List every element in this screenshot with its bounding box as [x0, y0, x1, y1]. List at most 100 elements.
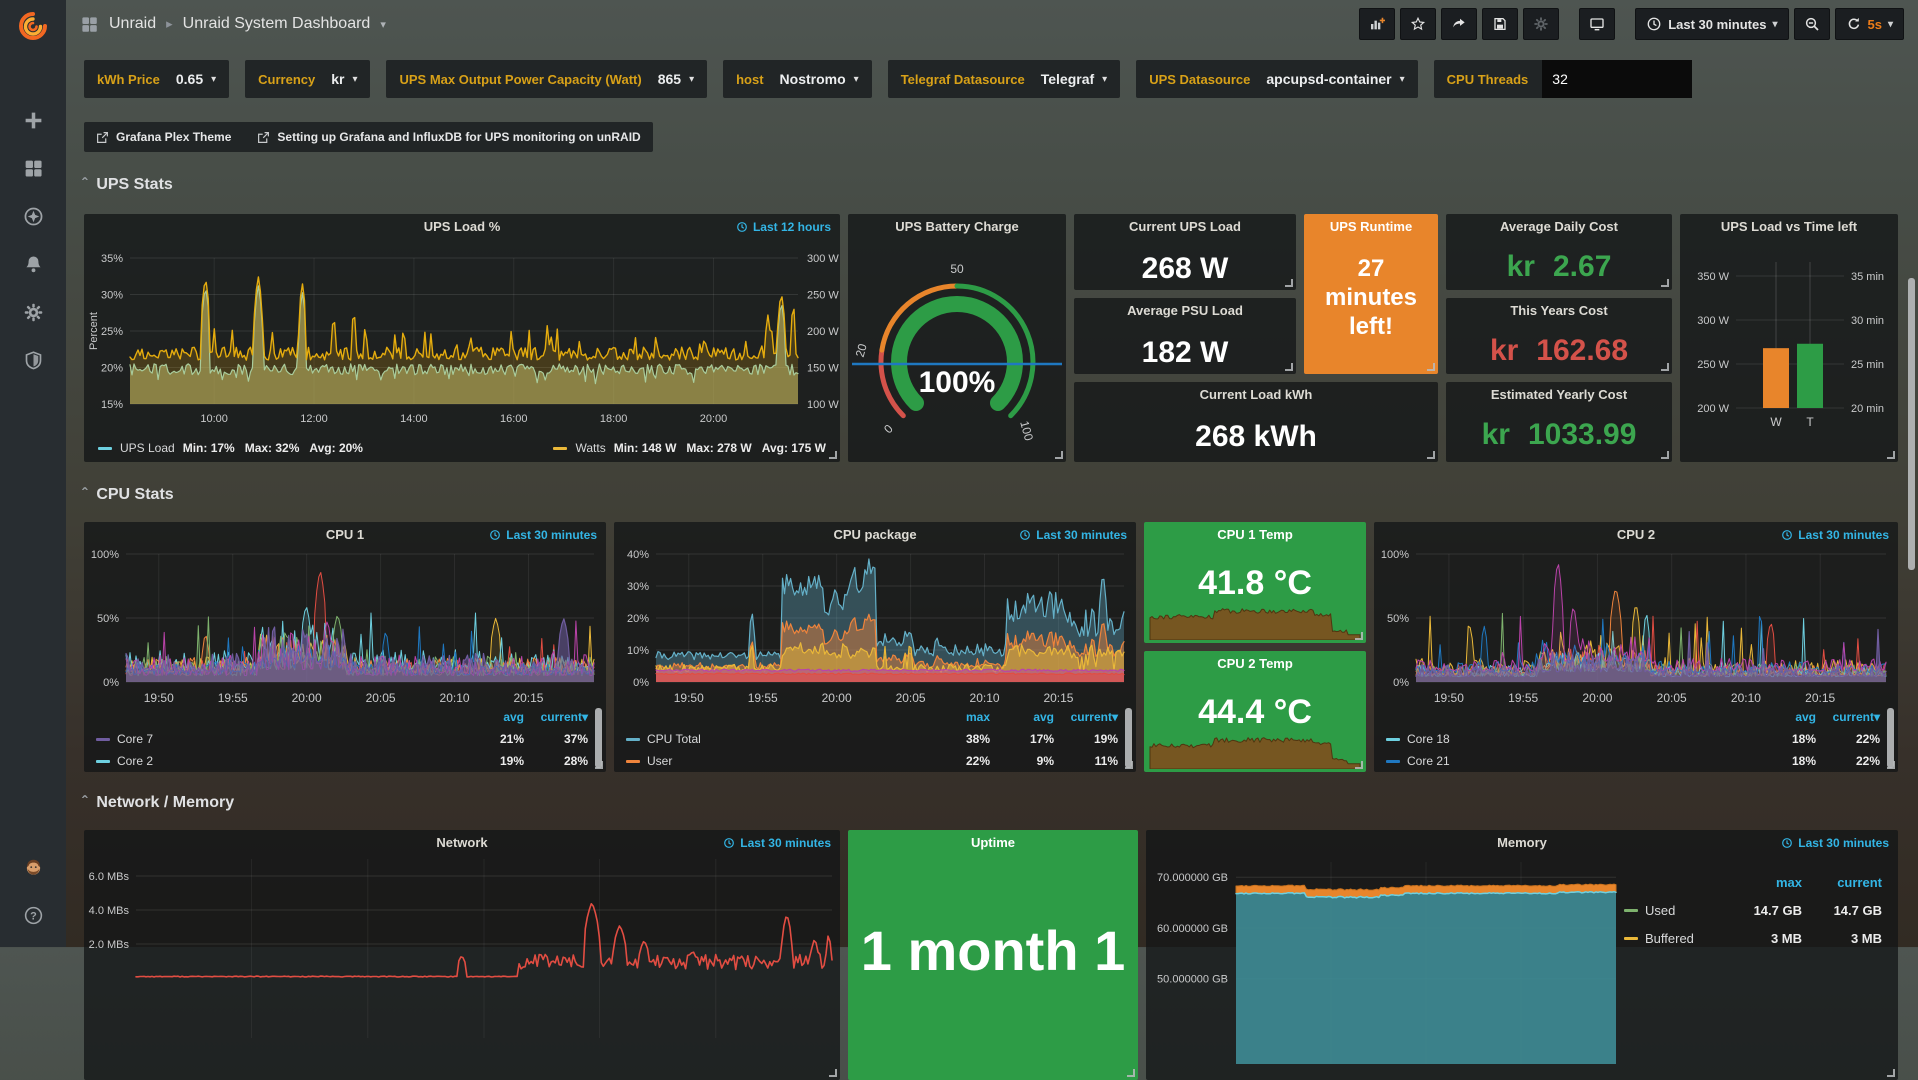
variable-kwh-price[interactable]: kWh Price 0.65▾: [84, 60, 229, 98]
sidebar-item-explore[interactable]: [0, 192, 66, 240]
section-cpu-stats[interactable]: ˆ CPU Stats: [82, 486, 174, 504]
ups-load-chart[interactable]: 35%300 W30%250 W25%200 W20%150 W15%100 W…: [84, 238, 840, 438]
variable-label: kWh Price: [97, 72, 160, 87]
legend-header-avg[interactable]: avg: [990, 710, 1054, 724]
sidebar-item-server-admin[interactable]: [0, 336, 66, 384]
panel-title[interactable]: UPS Load vs Time left: [1680, 214, 1898, 239]
star-dashboard-button[interactable]: [1400, 8, 1436, 40]
sidebar-item-alerting[interactable]: [0, 240, 66, 288]
svg-text:200 W: 200 W: [1697, 403, 1729, 415]
cpu-package-chart[interactable]: 40%30%20%10%0%19:5019:5520:0020:0520:102…: [614, 546, 1136, 716]
legend-series-name[interactable]: Core 2: [96, 754, 460, 768]
legend-header-max[interactable]: max: [1722, 875, 1802, 890]
panel-title[interactable]: This Years Cost: [1446, 298, 1672, 323]
page-title[interactable]: Unraid System Dashboard: [183, 15, 371, 33]
link-ups-monitoring-guide[interactable]: Setting up Grafana and InfluxDB for UPS …: [257, 130, 640, 144]
legend-series-name[interactable]: UPS Load: [120, 441, 175, 455]
variable-host[interactable]: host Nostromo▾: [723, 60, 872, 98]
svg-text:18:00: 18:00: [600, 413, 628, 425]
variable-value: 865: [658, 71, 681, 87]
legend-series-name[interactable]: Core 21: [1386, 754, 1752, 768]
panel-title[interactable]: Current UPS Load: [1074, 214, 1296, 239]
svg-text:Percent: Percent: [88, 312, 100, 350]
legend-scrollbar[interactable]: [1887, 708, 1894, 768]
variable-ups-max-output[interactable]: UPS Max Output Power Capacity (Watt) 865…: [386, 60, 707, 98]
variable-label: UPS Max Output Power Capacity (Watt): [399, 72, 641, 87]
legend-series-name[interactable]: Core 18: [1386, 732, 1752, 746]
zoom-out-button[interactable]: [1794, 8, 1830, 40]
link-grafana-plex-theme[interactable]: Grafana Plex Theme: [96, 130, 231, 144]
panel-title[interactable]: Average PSU Load: [1074, 298, 1296, 323]
share-dashboard-button[interactable]: [1441, 8, 1477, 40]
chevron-down-icon: ▾: [1772, 19, 1777, 30]
legend-header-avg[interactable]: avg: [460, 710, 524, 724]
legend-header-current[interactable]: current▾: [524, 710, 588, 724]
network-chart[interactable]: 6.0 MBs4.0 MBs2.0 MBs: [84, 854, 840, 1080]
panel-title[interactable]: CPU 1 Temp: [1144, 522, 1366, 547]
panel-average-psu-load: Average PSU Load 182 W: [1074, 298, 1296, 374]
save-dashboard-button[interactable]: [1482, 8, 1518, 40]
cpu-threads-input[interactable]: [1542, 60, 1692, 98]
sidebar-item-create[interactable]: [0, 96, 66, 144]
stat-value: kr1033.99: [1446, 418, 1672, 452]
sidebar-item-configuration[interactable]: [0, 288, 66, 336]
panel-title[interactable]: Current Load kWh: [1074, 382, 1438, 407]
legend-row: User22%9%11%: [626, 750, 1118, 772]
svg-text:100%: 100%: [919, 366, 996, 399]
variable-value: Nostromo: [780, 71, 846, 87]
legend-series-name[interactable]: Used: [1624, 903, 1722, 918]
chevron-down-icon[interactable]: ▾: [380, 18, 386, 31]
panel-title[interactable]: Uptime: [848, 830, 1138, 855]
panel-title[interactable]: CPU 2 Temp: [1144, 651, 1366, 676]
cpu2-chart[interactable]: 100%50%0%19:5019:5520:0020:0520:1020:15: [1374, 546, 1898, 716]
svg-text:0%: 0%: [633, 677, 649, 689]
svg-text:100: 100: [1017, 419, 1036, 442]
refresh-interval-label[interactable]: 5s: [1868, 17, 1882, 32]
section-network-memory[interactable]: ˆ Network / Memory: [82, 794, 234, 812]
legend-series-name[interactable]: Watts: [575, 441, 605, 455]
section-ups-stats[interactable]: ˆ UPS Stats: [82, 176, 173, 194]
legend-header-current[interactable]: current▾: [1816, 710, 1880, 724]
panel-title[interactable]: Average Daily Cost: [1446, 214, 1672, 239]
cpu2-legend: avgcurrent▾Core 1818%22%Core 2118%22%: [1386, 706, 1880, 772]
legend-header-avg[interactable]: avg: [1752, 710, 1816, 724]
sidebar-item-help[interactable]: ?: [0, 891, 66, 939]
add-panel-button[interactable]: [1359, 8, 1395, 40]
legend-scrollbar[interactable]: [595, 708, 602, 768]
legend-series-name[interactable]: Buffered: [1624, 931, 1722, 946]
svg-text:70.000000 GB: 70.000000 GB: [1157, 872, 1228, 884]
time-picker-button[interactable]: Last 30 minutes ▾: [1635, 8, 1788, 40]
legend-series-name[interactable]: User: [626, 754, 926, 768]
svg-text:30%: 30%: [101, 290, 123, 302]
panel-title[interactable]: Estimated Yearly Cost: [1446, 382, 1672, 407]
grafana-logo[interactable]: [0, 0, 66, 52]
cycle-view-button[interactable]: [1579, 8, 1615, 40]
legend-scrollbar[interactable]: [1125, 708, 1132, 768]
variable-currency[interactable]: Currency kr▾: [245, 60, 370, 98]
legend-header-current[interactable]: current: [1802, 875, 1882, 890]
refresh-button[interactable]: 5s ▾: [1835, 8, 1905, 40]
legend-series-name[interactable]: Core 7: [96, 732, 460, 746]
link-label: Grafana Plex Theme: [116, 130, 231, 144]
dashboard-settings-button[interactable]: [1523, 8, 1559, 40]
variable-ups-datasource[interactable]: UPS Datasource apcupsd-container▾: [1136, 60, 1417, 98]
panel-title[interactable]: UPS Battery Charge: [848, 214, 1066, 239]
legend-header-current[interactable]: current▾: [1054, 710, 1118, 724]
panel-time-range: Last 30 minutes: [1781, 528, 1889, 542]
legend-header-max[interactable]: max: [926, 710, 990, 724]
panel-title[interactable]: UPS Runtime: [1304, 214, 1438, 239]
legend-series-name[interactable]: CPU Total: [626, 732, 926, 746]
breadcrumb-folder[interactable]: Unraid: [109, 15, 156, 33]
panel-title[interactable]: UPS Load %: [84, 214, 840, 239]
ups-load-time-bar-chart[interactable]: 350 W35 min300 W30 min250 W25 min200 W20…: [1680, 238, 1898, 460]
cpu1-chart[interactable]: 100%50%0%19:5019:5520:0020:0520:1020:15: [84, 546, 606, 716]
breadcrumb: Unraid ▸ Unraid System Dashboard ▾: [80, 15, 386, 34]
sidebar-item-dashboards[interactable]: [0, 144, 66, 192]
top-nav: Unraid ▸ Unraid System Dashboard ▾: [66, 0, 1918, 48]
page-scrollbar[interactable]: [1908, 278, 1915, 570]
svg-text:25 min: 25 min: [1851, 359, 1884, 371]
clock-icon: [1019, 529, 1031, 541]
dashboard-icon[interactable]: [80, 15, 99, 34]
variable-telegraf-datasource[interactable]: Telegraf Datasource Telegraf▾: [888, 60, 1121, 98]
sidebar-item-profile[interactable]: [0, 843, 66, 891]
